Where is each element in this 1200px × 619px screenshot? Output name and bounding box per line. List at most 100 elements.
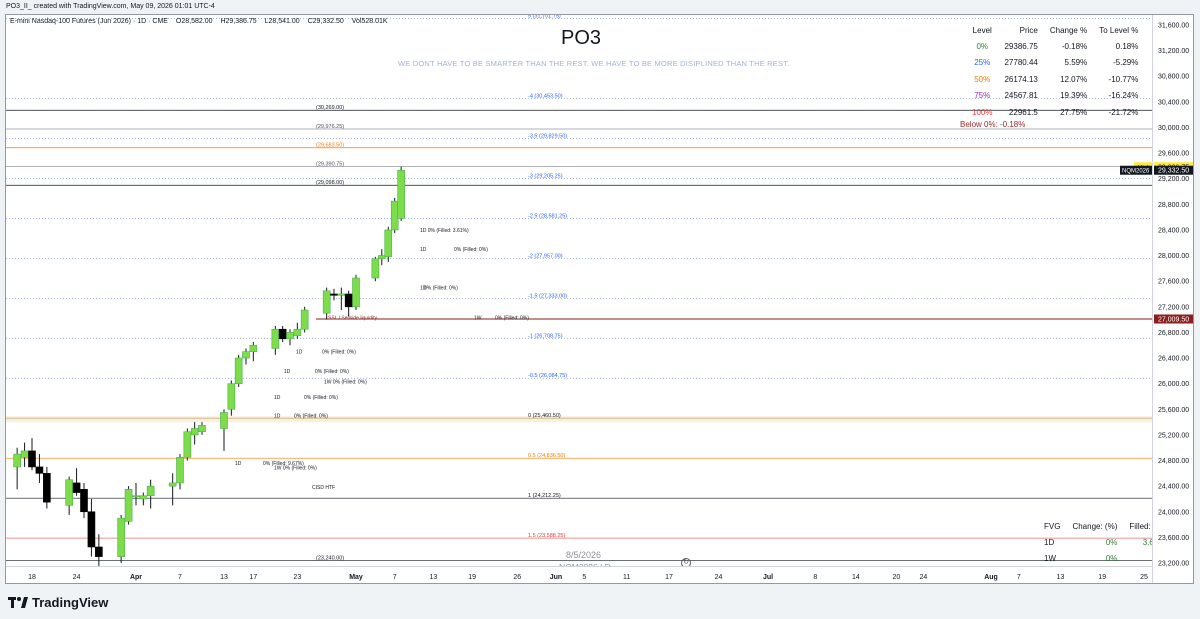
fvg-annotation: 1D <box>274 395 281 401</box>
price-tick: 30,000.00 <box>1158 125 1189 132</box>
level-label: -2.5 (28,581.25) <box>528 213 567 219</box>
candle-body <box>87 511 96 548</box>
price-tick: 31,200.00 <box>1158 48 1189 55</box>
ohlc-low: L28,541.00 <box>264 18 300 25</box>
level-level-cell: 25% <box>974 58 991 68</box>
level-level-cell: 75% <box>974 91 991 101</box>
fvg-annotation: 1D <box>284 369 291 375</box>
candle-body <box>132 495 140 498</box>
candle-body <box>330 293 338 296</box>
level-to-level-cell: -10.77% <box>1108 74 1139 84</box>
price-tick: 31,600.00 <box>1158 23 1189 30</box>
level-change-cell: 19.39% <box>1060 91 1088 101</box>
symbol-legend: E-mini Nasdaq-100 Futures (Jun 2026) · 1… <box>10 18 394 25</box>
candle-body <box>322 290 331 314</box>
level-level-cell: 0% <box>976 41 989 51</box>
time-tick: 20 <box>892 574 900 581</box>
price-tick: 27,600.00 <box>1158 279 1189 286</box>
level-change-cell: 5.59% <box>1064 58 1088 68</box>
fvg-header: FVG <box>1044 521 1061 531</box>
price-tick: 26,800.00 <box>1158 330 1189 337</box>
time-tick: 7 <box>178 574 182 581</box>
level-label: 1 (24,212.25) <box>528 493 561 499</box>
price-tick: 26,400.00 <box>1158 356 1189 363</box>
level-price-cell: 26174.13 <box>1004 74 1038 84</box>
level-label: -3.5 (29,829.50) <box>528 133 567 139</box>
chart-caption: PO3_II_ created with TradingView.com, Ma… <box>6 3 215 10</box>
to-level-header: To Level % <box>1099 25 1139 35</box>
time-tick: Apr <box>130 574 142 581</box>
fvg-annotation: 0% (Filled: 0%) <box>304 395 338 401</box>
level-label: (30,269.00) <box>316 105 344 111</box>
candle-body <box>28 450 36 468</box>
level-label: 0 (25,460.50) <box>528 413 561 419</box>
candle-body <box>337 293 346 296</box>
price-tick: 24,000.00 <box>1158 509 1189 516</box>
fvg-annotation: 0% (Filled: 0%) <box>454 247 488 253</box>
time-tick: 19 <box>1098 574 1106 581</box>
candle-body <box>286 332 294 340</box>
candle-body <box>220 412 228 429</box>
tradingview-logo[interactable]: TradingView <box>8 595 108 610</box>
price-tick: 24,400.00 <box>1158 484 1189 491</box>
time-tick: 13 <box>1057 574 1065 581</box>
level-level-cell: 50% <box>974 74 991 84</box>
time-tick: 18 <box>28 574 36 581</box>
candle-body <box>80 489 88 513</box>
level-label: (29,976.25) <box>316 124 344 130</box>
candle-body <box>13 453 21 468</box>
level-label: -1 (26,708.75) <box>528 333 563 339</box>
candle-body <box>117 517 125 557</box>
level-price-cell: 22961.5 <box>1008 107 1038 117</box>
ohlc-open: O28,582.00 <box>175 18 213 25</box>
level-label: -4 (30,453.50) <box>528 93 563 99</box>
candle-body <box>139 495 148 500</box>
fvg-annotation: 1W 0% (Filled: 0%) <box>274 466 317 472</box>
time-tick: 26 <box>513 574 521 581</box>
candle-body <box>20 450 29 458</box>
candle-body <box>271 328 280 349</box>
time-axis[interactable]: 18 24 Apr 7 13 17 23 May 7 13 19 26 Jun 5 11 17 24 Jul 8 14… <box>6 566 1152 583</box>
level-row: 50% 26174.13 12.07% -10.77% <box>966 71 1144 88</box>
chart-panel[interactable]: 5 (31,701.75) -4 (30,453.50) (30,269.00) (2… <box>5 14 1194 584</box>
level-label: -0.5 (26,084.75) <box>528 373 567 379</box>
time-tick: 23 <box>293 574 301 581</box>
candle-body <box>183 431 192 458</box>
level-change-cell: 12.07% <box>1060 74 1088 84</box>
fvg-annotation: 0% (Filled: 0%) <box>424 286 458 292</box>
candle-body <box>43 473 51 503</box>
price-tick: 28,400.00 <box>1158 227 1189 234</box>
symbol-name: E-mini Nasdaq-100 Futures (Jun 2026) · 1… <box>10 18 168 25</box>
candle-body <box>198 424 206 433</box>
price-header: Price <box>1019 25 1038 35</box>
tradingview-logo-icon <box>8 596 28 608</box>
time-tick: 14 <box>852 574 860 581</box>
fvg-annotation: SSL / Sellside liquidity <box>328 316 378 322</box>
level-label: -3 (29,205.25) <box>528 173 563 179</box>
ohlc-high: H29,386.75 <box>220 18 257 25</box>
brand-name: TradingView <box>32 595 109 610</box>
price-axis-svg: 31,600.00 31,200.00 30,800.00 30,400.00 30,0… <box>1154 23 1193 568</box>
time-tick: 19 <box>468 574 476 581</box>
candle-body <box>371 258 380 279</box>
price-axis[interactable]: 31,600.00 31,200.00 30,800.00 30,400.00 30,0… <box>1152 15 1193 583</box>
price-tag-value: 27,009.50 <box>1158 317 1189 324</box>
candle-body <box>242 351 250 359</box>
level-price-cell: 27780.44 <box>1004 58 1038 68</box>
price-tag-label: NQM2026 <box>1122 169 1150 175</box>
price-tick: 30,800.00 <box>1158 74 1189 81</box>
candle-body <box>278 328 287 340</box>
time-tick: 17 <box>249 574 257 581</box>
level-row: 25% 27780.44 5.59% -5.29% <box>966 55 1144 72</box>
level-label: 0.5 (24,836.50) <box>528 453 565 459</box>
candle-body <box>168 482 177 487</box>
level-label: (29,098.00) <box>316 180 344 186</box>
price-tick: 25,200.00 <box>1158 432 1189 439</box>
fvg-change-cell: 0% <box>1105 554 1118 564</box>
candle-body <box>344 293 353 308</box>
chart-title: PO3 <box>561 27 602 49</box>
candle-body <box>390 200 399 231</box>
time-tick: 25 <box>1140 574 1148 581</box>
candle-body <box>227 383 236 410</box>
level-to-level-cell: -16.24% <box>1108 91 1139 101</box>
